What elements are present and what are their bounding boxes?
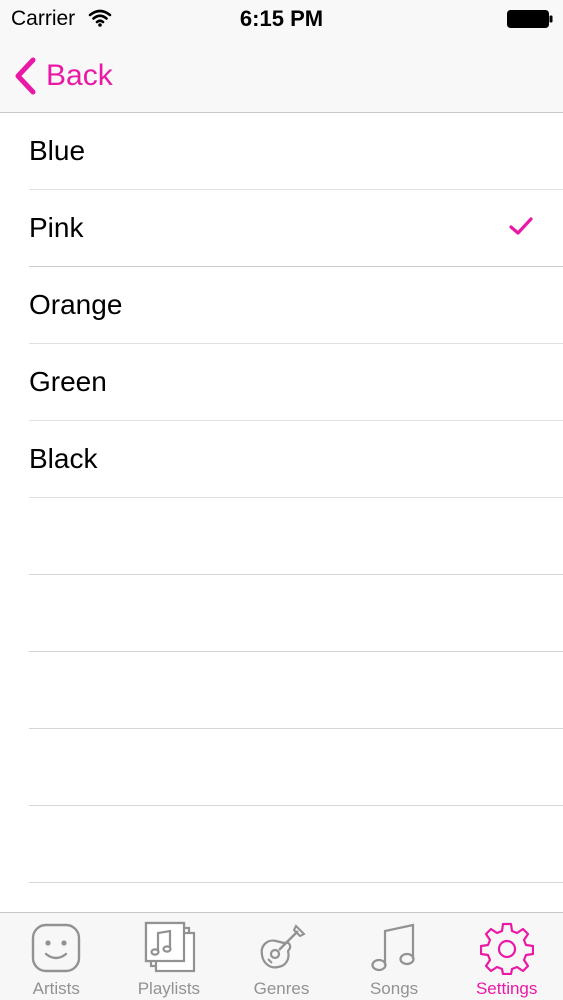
list-item-pink[interactable]: Pink (29, 190, 563, 267)
tab-bar: Artists Playlists Genres Songs Settings (0, 912, 563, 1000)
gear-icon (479, 922, 534, 975)
music-note-icon (371, 923, 415, 972)
list-item-label: Orange (29, 289, 123, 320)
tab-settings[interactable]: Settings (450, 913, 563, 1000)
empty-row (29, 729, 563, 806)
list-item-blue[interactable]: Blue (29, 113, 563, 190)
empty-row (29, 575, 563, 652)
list-item-orange[interactable]: Orange (29, 267, 563, 344)
list-item-label: Blue (29, 135, 86, 166)
tab-label: Playlists (137, 979, 201, 998)
tab-artists[interactable]: Artists (0, 913, 113, 1000)
tab-label: Genres (253, 979, 310, 998)
tab-label: Settings (475, 979, 538, 998)
tab-label: Artists (32, 979, 80, 998)
navigation-bar: Back (0, 38, 563, 113)
list-item-black[interactable]: Black (29, 421, 563, 498)
tab-playlists[interactable]: Playlists (113, 913, 226, 1000)
list-item-label: Pink (29, 212, 84, 243)
face-icon (32, 923, 81, 973)
back-button[interactable]: Back (12, 54, 113, 98)
tab-label: Songs (369, 979, 419, 998)
empty-row (29, 652, 563, 729)
playlist-icon (144, 921, 195, 973)
chevron-left-icon (15, 57, 36, 95)
battery-icon (507, 10, 553, 28)
clock: 6:15 PM (239, 6, 324, 31)
guitar-icon (261, 924, 307, 969)
color-list: Blue Pink Orange Green Black (0, 113, 563, 883)
tab-songs[interactable]: Songs (338, 913, 451, 1000)
tab-genres[interactable]: Genres (225, 913, 338, 1000)
screen: Carrier 6:15 PM Back Blue Pink Orange Gr… (0, 0, 563, 1000)
empty-row (29, 498, 563, 575)
list-item-label: Green (29, 366, 107, 397)
list-item-green[interactable]: Green (29, 344, 563, 421)
empty-row (29, 806, 563, 883)
checkmark-icon (509, 217, 533, 235)
back-label: Back (46, 59, 113, 92)
list-item-label: Black (29, 443, 98, 474)
status-bar: Carrier 6:15 PM (0, 0, 563, 38)
